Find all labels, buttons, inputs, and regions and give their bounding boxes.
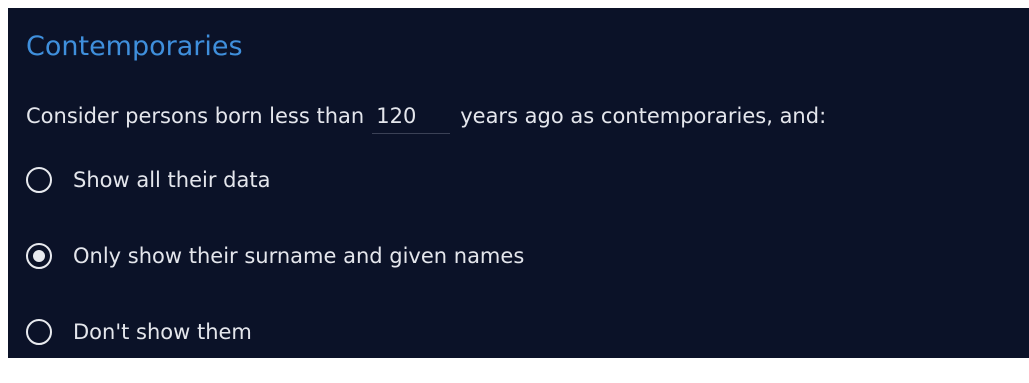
contemporary-threshold-row: Consider persons born less than years ag… [26, 96, 826, 136]
privacy-options: Show all their data Only show their surn… [26, 155, 524, 383]
radio-button[interactable] [26, 319, 52, 345]
sentence-suffix: years ago as contemporaries, and: [460, 104, 827, 128]
option-show-all-data[interactable]: Show all their data [26, 155, 524, 205]
sentence-prefix: Consider persons born less than [26, 104, 365, 128]
option-show-names-only[interactable]: Only show their surname and given names [26, 231, 524, 281]
contemporaries-panel: Contemporaries Consider persons born les… [8, 8, 1029, 358]
option-label: Only show their surname and given names [73, 244, 525, 268]
option-label: Show all their data [73, 168, 271, 192]
option-label: Don't show them [73, 320, 252, 344]
option-hide-them[interactable]: Don't show them [26, 307, 524, 357]
radio-button[interactable] [26, 243, 52, 269]
radio-button[interactable] [26, 167, 52, 193]
years-input[interactable] [372, 98, 451, 134]
section-title: Contemporaries [26, 31, 243, 62]
